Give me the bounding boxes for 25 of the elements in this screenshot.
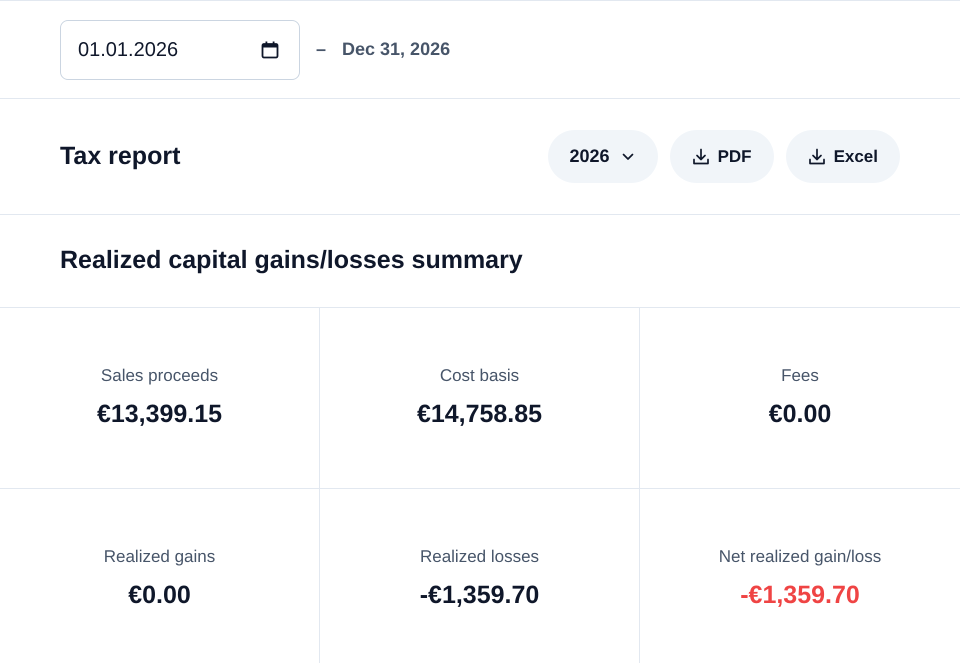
metric-label: Fees: [781, 364, 819, 386]
summary-title: Realized capital gains/losses summary: [60, 245, 523, 276]
report-title: Tax report: [60, 140, 180, 172]
start-date-field[interactable]: 01.01.2026: [60, 20, 300, 80]
start-date-value: 01.01.2026: [78, 38, 178, 62]
download-icon: [808, 148, 826, 166]
metric-label: Realized gains: [104, 546, 216, 568]
metric-value: €0.00: [128, 580, 191, 611]
year-select[interactable]: 2026: [548, 130, 658, 183]
metric-label: Cost basis: [440, 364, 520, 386]
metric-label: Sales proceeds: [100, 364, 218, 386]
calendar-icon[interactable]: [261, 40, 279, 58]
chevron-down-icon: [622, 152, 634, 160]
date-separator: –: [316, 38, 326, 61]
download-icon: [692, 148, 710, 166]
metric-value: -€1,359.70: [420, 580, 540, 611]
metric-label: Realized losses: [420, 546, 540, 568]
metric-value: -€1,359.70: [740, 580, 860, 611]
metric-value: €14,758.85: [416, 399, 542, 430]
metric-label: Net realized gain/loss: [718, 546, 882, 568]
metric-value: €0.00: [768, 399, 832, 430]
metric-value: €13,399.15: [96, 399, 222, 430]
end-date: Dec 31, 2026: [342, 38, 450, 61]
export-button[interactable]: PDF: [670, 130, 774, 183]
export-button[interactable]: Excel: [786, 130, 900, 183]
